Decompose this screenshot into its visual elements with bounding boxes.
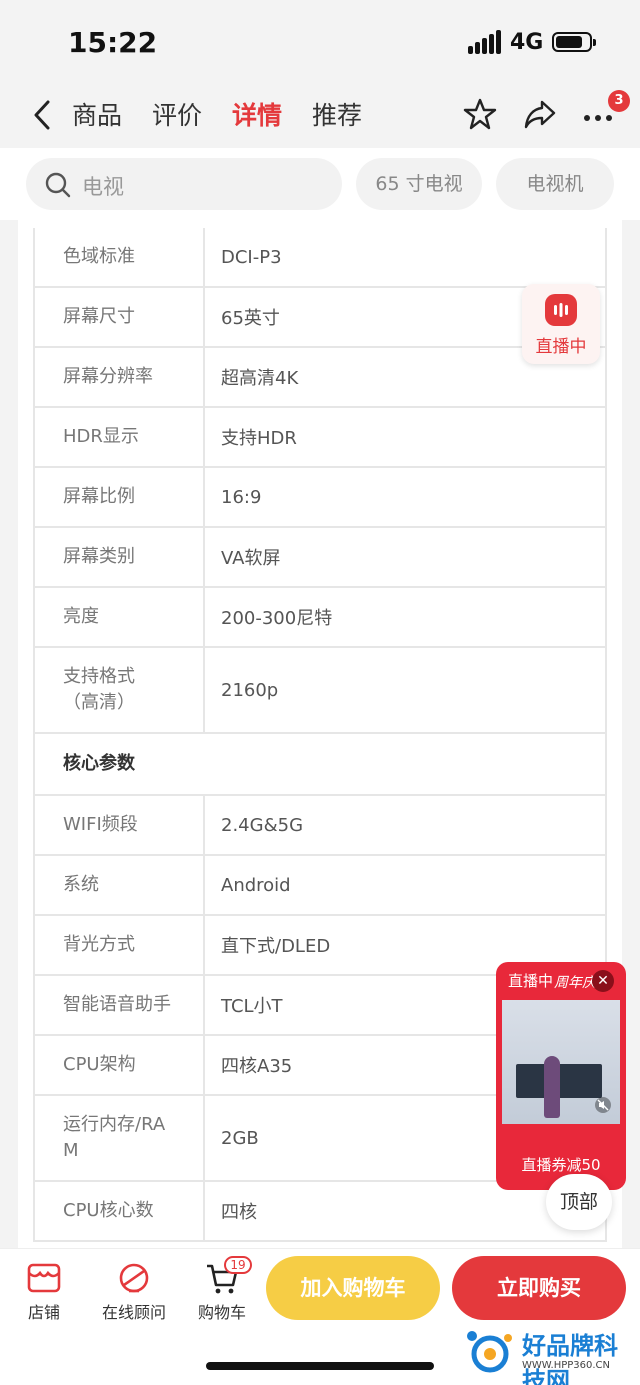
table-row: 屏幕尺寸 65英寸: [33, 288, 607, 348]
spec-key: 支持格式（高清）: [33, 648, 205, 732]
spec-value: 16:9: [205, 468, 607, 526]
spec-key: 运行内存/RAM: [33, 1096, 205, 1180]
spec-key: HDR显示: [33, 408, 205, 466]
search-icon: [45, 172, 71, 198]
cart-count-badge: 19: [224, 1256, 252, 1274]
table-row: HDR显示 支持HDR: [33, 408, 607, 468]
spec-key: CPU核心数: [33, 1182, 205, 1240]
cart-label: 购物车: [197, 1303, 246, 1322]
spec-value: DCI-P3: [205, 228, 607, 286]
battery-icon: [552, 32, 596, 52]
search-chip[interactable]: 电视机: [496, 158, 614, 210]
live-badge[interactable]: 直播中: [522, 284, 600, 364]
section-title: 核心参数: [33, 734, 607, 794]
tab-product[interactable]: 商品: [72, 96, 122, 132]
status-time: 15:22: [68, 26, 158, 59]
table-row: 支持格式（高清） 2160p: [33, 648, 607, 734]
back-icon[interactable]: [28, 98, 58, 132]
table-row: CPU核心数 四核: [33, 1182, 607, 1242]
live-video-preview[interactable]: [502, 1000, 620, 1124]
spec-value: Android: [205, 856, 607, 914]
table-row: 色域标准 DCI-P3: [33, 228, 607, 288]
tab-reviews[interactable]: 评价: [152, 96, 202, 132]
search-row: 电视 65 寸电视 电视机: [0, 148, 640, 220]
spec-key: 系统: [33, 856, 205, 914]
spec-key: 屏幕比例: [33, 468, 205, 526]
tab-details[interactable]: 详情: [232, 96, 282, 132]
watermark-url: WWW.HPP360.CN: [522, 1360, 611, 1371]
spec-key: 亮度: [33, 588, 205, 646]
live-icon: [545, 294, 577, 326]
buy-now-button[interactable]: 立即购买: [452, 1256, 626, 1320]
spec-key: CPU架构: [33, 1036, 205, 1094]
signal-icon: [468, 30, 502, 54]
search-chip[interactable]: 65 寸电视: [356, 158, 482, 210]
spec-key: WIFI频段: [33, 796, 205, 854]
status-bar: 15:22 4G: [0, 0, 640, 86]
tab-recommend[interactable]: 推荐: [312, 96, 362, 132]
live-badge-label: 直播中: [535, 337, 587, 357]
close-icon[interactable]: ✕: [592, 970, 614, 992]
spec-value: 2160p: [205, 648, 607, 732]
back-to-top-button[interactable]: 顶部: [546, 1174, 612, 1230]
star-icon[interactable]: [462, 96, 498, 132]
live-tag: 直播中: [508, 972, 554, 990]
table-row: 亮度 200-300尼特: [33, 588, 607, 648]
spec-key: 屏幕类别: [33, 528, 205, 586]
advisor-label: 在线顾问: [101, 1303, 166, 1322]
spec-key: 屏幕尺寸: [33, 288, 205, 346]
anniversary-banner: 周年庆: [554, 975, 596, 991]
online-advisor-button[interactable]: 在线顾问: [96, 1261, 172, 1323]
store-button[interactable]: 店铺: [22, 1261, 66, 1323]
host-image: [544, 1056, 560, 1118]
advisor-icon: [119, 1263, 149, 1293]
search-placeholder: 电视: [82, 175, 124, 199]
table-row: WIFI频段 2.4G&5G: [33, 796, 607, 856]
spec-key: 智能语音助手: [33, 976, 205, 1034]
spec-key: 屏幕分辨率: [33, 348, 205, 406]
message-count-badge: 3: [608, 90, 630, 112]
watermark-logo-icon: [467, 1331, 512, 1373]
table-row: 屏幕比例 16:9: [33, 468, 607, 528]
spec-value: VA软屏: [205, 528, 607, 586]
share-icon[interactable]: [522, 96, 558, 132]
store-label: 店铺: [27, 1303, 60, 1322]
store-icon: [27, 1263, 61, 1293]
section-header: 核心参数: [33, 734, 607, 796]
product-nav-bar: 商品 评价 详情 推荐: [0, 86, 640, 148]
network-type: 4G: [510, 30, 544, 55]
home-indicator[interactable]: [206, 1362, 434, 1370]
mute-icon[interactable]: [594, 1096, 612, 1114]
search-input[interactable]: 电视: [26, 158, 342, 210]
live-coupon-text: 直播券减50: [521, 1156, 601, 1174]
spec-value: 支持HDR: [205, 408, 607, 466]
live-video-card[interactable]: 直播中 周年庆 ✕ 直播券减50: [496, 962, 626, 1190]
watermark: 好品牌科技网 WWW.HPP360.CN: [462, 1322, 640, 1385]
table-row: 系统 Android: [33, 856, 607, 916]
spec-value: 200-300尼特: [205, 588, 607, 646]
add-to-cart-button[interactable]: 加入购物车: [266, 1256, 440, 1320]
spec-key: 背光方式: [33, 916, 205, 974]
watermark-name: 好品牌科技网: [522, 1332, 618, 1385]
table-row: 屏幕分辨率 超高清4K: [33, 348, 607, 408]
spec-key: 色域标准: [33, 228, 205, 286]
spec-value: 2.4G&5G: [205, 796, 607, 854]
table-row: 屏幕类别 VA软屏: [33, 528, 607, 588]
